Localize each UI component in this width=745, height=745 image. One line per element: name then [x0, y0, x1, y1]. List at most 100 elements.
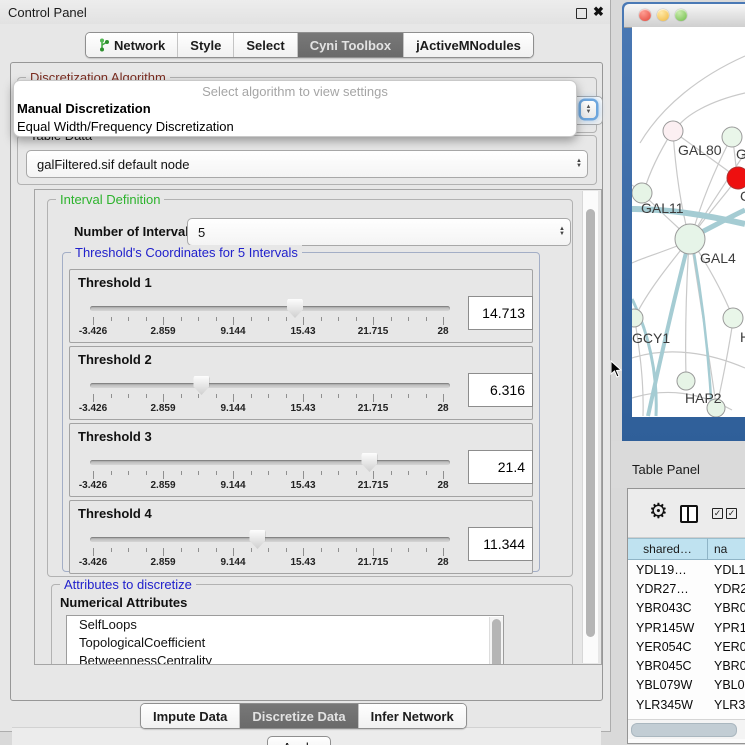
- network-canvas[interactable]: GAL80 GA GAL11 C GAL4 GCY1 H HAP2: [632, 27, 745, 417]
- table-row[interactable]: YBL079WYBL0: [628, 676, 745, 695]
- settings-vertical-scrollbar[interactable]: [582, 191, 598, 663]
- threshold-slider-thumb[interactable]: [287, 299, 303, 318]
- column-header-name[interactable]: na: [708, 538, 745, 560]
- threshold-value-field[interactable]: 11.344: [468, 527, 533, 561]
- close-traffic-light-icon[interactable]: [639, 9, 651, 21]
- cell-name[interactable]: YLR3: [708, 698, 745, 712]
- tick-label: 21.715: [358, 480, 389, 491]
- node-his[interactable]: [723, 308, 743, 328]
- threshold-value-field[interactable]: 6.316: [468, 373, 533, 407]
- scrollbar-thumb[interactable]: [631, 723, 737, 737]
- table-data-combobox[interactable]: galFiltered.sif default node ▲▼: [26, 150, 588, 178]
- numerical-attributes-list[interactable]: SelfLoopsTopologicalCoefficientBetweenne…: [66, 615, 504, 665]
- tick-mark: [128, 394, 129, 398]
- combo-stepper-icon[interactable]: ▲▼: [581, 101, 596, 118]
- table-row[interactable]: YDR27…YDR2: [628, 579, 745, 598]
- cell-name[interactable]: YBL0: [708, 678, 745, 692]
- tab-cyni-toolbox[interactable]: Cyni Toolbox: [298, 33, 404, 57]
- threshold-slider-thumb[interactable]: [193, 376, 209, 395]
- cyni-bottom-tabbar: Impute DataDiscretize DataInfer Network: [140, 703, 467, 729]
- node-top-right[interactable]: [722, 127, 742, 147]
- zoom-traffic-light-icon[interactable]: [675, 9, 687, 21]
- minimize-traffic-light-icon[interactable]: [657, 9, 669, 21]
- interval-definition-group-title: Interval Definition: [56, 192, 164, 207]
- table-row[interactable]: YBR043CYBR0: [628, 599, 745, 618]
- tab-network[interactable]: Network: [86, 33, 178, 57]
- threshold-value-field[interactable]: 21.4: [468, 450, 533, 484]
- threshold-slider-track[interactable]: [90, 383, 450, 388]
- tab-impute-data[interactable]: Impute Data: [141, 704, 240, 728]
- tick-mark: [93, 394, 94, 402]
- cell-shared-name[interactable]: YDR27…: [628, 582, 708, 596]
- columns-icon[interactable]: [680, 505, 698, 523]
- number-of-intervals-combobox[interactable]: 5 ▲▼: [187, 218, 571, 246]
- combo-stepper-icon[interactable]: ▲▼: [571, 159, 587, 169]
- cell-name[interactable]: YDR2: [708, 582, 745, 596]
- table-row[interactable]: YDL19…YDL1: [628, 560, 745, 579]
- cell-shared-name[interactable]: YPR145W: [628, 621, 708, 635]
- tick-mark: [111, 471, 112, 475]
- dropdown-option-equal-width-frequency[interactable]: Equal Width/Frequency Discretization: [14, 118, 576, 136]
- gear-icon[interactable]: ⚙: [649, 501, 668, 522]
- tab-select[interactable]: Select: [234, 33, 297, 57]
- cell-name[interactable]: YPR1: [708, 621, 745, 635]
- table-row[interactable]: YBR045CYBR0: [628, 656, 745, 675]
- tick-mark: [338, 394, 339, 398]
- tick-mark: [198, 471, 199, 475]
- node-gal80[interactable]: [663, 121, 683, 141]
- tab-infer-network[interactable]: Infer Network: [359, 704, 466, 728]
- threshold-slider-track[interactable]: [90, 460, 450, 465]
- close-panel-icon[interactable]: ✖: [593, 4, 604, 20]
- attribute-list-item[interactable]: TopologicalCoefficient: [67, 634, 503, 652]
- node-attribute-table[interactable]: shared… na YDL19…YDL1YDR27…YDR2YBR043CYB…: [628, 538, 745, 719]
- attributes-list-scrollbar[interactable]: [489, 617, 503, 665]
- cell-name[interactable]: YER0: [708, 640, 745, 654]
- dropdown-placeholder-item[interactable]: Select algorithm to view settings: [14, 81, 576, 100]
- tick-mark: [216, 317, 217, 321]
- threshold-slider-thumb[interactable]: [361, 453, 377, 472]
- threshold-value-field[interactable]: 14.713: [468, 296, 533, 330]
- table-row[interactable]: YLR345WYLR3: [628, 695, 745, 714]
- threshold-slider-track[interactable]: [90, 537, 450, 542]
- attribute-list-item[interactable]: SelfLoops: [67, 616, 503, 634]
- tab-discretize-data[interactable]: Discretize Data: [240, 704, 358, 728]
- threshold-slider-thumb[interactable]: [249, 530, 265, 549]
- tab-style[interactable]: Style: [178, 33, 234, 57]
- cell-shared-name[interactable]: YLR345W: [628, 698, 708, 712]
- table-row[interactable]: YER054CYER0: [628, 637, 745, 656]
- checkbox-icon[interactable]: ✓: [726, 508, 737, 519]
- tick-mark: [216, 394, 217, 398]
- float-window-icon[interactable]: [576, 8, 587, 19]
- tick-mark: [268, 394, 269, 398]
- cell-shared-name[interactable]: YBR043C: [628, 601, 708, 615]
- node-selected-red[interactable]: [727, 167, 745, 189]
- cell-name[interactable]: YBR0: [708, 659, 745, 673]
- cell-shared-name[interactable]: YER054C: [628, 640, 708, 654]
- column-header-shared-name[interactable]: shared…: [628, 538, 708, 560]
- cell-name[interactable]: YDL1: [708, 563, 745, 577]
- cell-shared-name[interactable]: YBR045C: [628, 659, 708, 673]
- tick-mark: [338, 471, 339, 475]
- combo-stepper-icon[interactable]: ▲▼: [554, 227, 570, 237]
- table-horizontal-scrollbar[interactable]: [628, 719, 745, 739]
- threshold-label: Threshold 1: [78, 275, 152, 290]
- dropdown-option-manual-discretization[interactable]: Manual Discretization: [14, 100, 576, 118]
- network-view-window: GAL80 GA GAL11 C GAL4 GCY1 H HAP2: [622, 2, 745, 441]
- cell-shared-name[interactable]: YDL19…: [628, 563, 708, 577]
- node-hap2[interactable]: [677, 372, 695, 390]
- tab-jactivemnodules[interactable]: jActiveMNodules: [404, 33, 533, 57]
- cell-name[interactable]: YBR0: [708, 601, 745, 615]
- threshold-label: Threshold 4: [78, 506, 152, 521]
- attribute-list-item[interactable]: BetweennessCentrality: [67, 652, 503, 665]
- checkbox-icon[interactable]: ✓: [712, 508, 723, 519]
- cell-shared-name[interactable]: YBL079W: [628, 678, 708, 692]
- scrollbar-thumb[interactable]: [586, 209, 595, 637]
- threshold-row-1: Threshold 1-3.4262.8599.14415.4321.71528…: [69, 269, 533, 343]
- tick-mark: [426, 548, 427, 552]
- threshold-slider-track[interactable]: [90, 306, 450, 311]
- network-nodes[interactable]: [632, 121, 745, 417]
- tick-label: 2.859: [150, 403, 175, 414]
- apply-button[interactable]: Apply: [267, 736, 331, 745]
- scrollbar-thumb[interactable]: [492, 619, 501, 665]
- table-row[interactable]: YPR145WYPR1: [628, 618, 745, 637]
